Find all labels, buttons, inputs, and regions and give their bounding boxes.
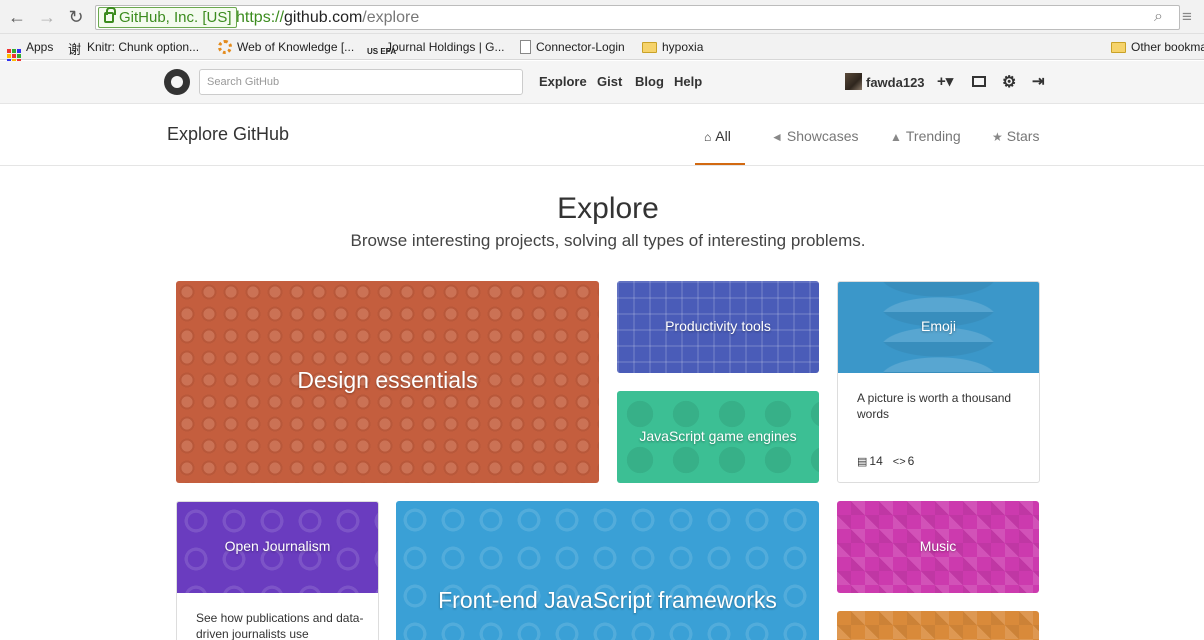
hero-subtitle: Browse interesting projects, solving all… xyxy=(350,231,866,250)
nav-blog[interactable]: Blog xyxy=(635,74,664,89)
tab-label: Stars xyxy=(1006,128,1040,144)
showcase-title: JavaScript game engines xyxy=(639,428,797,444)
url-host: github.com xyxy=(284,9,363,26)
showcase-javascript-game-engines[interactable]: JavaScript game engines xyxy=(617,391,819,483)
repo-icon: ▤ xyxy=(857,456,868,468)
zoom-icon[interactable]: ⌕ xyxy=(1154,8,1163,26)
tab-trending[interactable]: ▲ Trending xyxy=(890,128,961,144)
bookmark-label: Connector-Login xyxy=(536,40,625,54)
megaphone-icon: ◄ xyxy=(771,130,783,144)
bookmark-label: Other bookmarks xyxy=(1131,40,1204,54)
flame-icon: ▲ xyxy=(890,130,902,144)
url-text[interactable]: https://github.com/explore xyxy=(236,8,419,27)
github-octocat-logo-icon[interactable] xyxy=(164,69,190,95)
bookmarks-bar: Apps 谢 Knitr: Chunk option... Web of Know… xyxy=(0,34,1204,63)
user-menu[interactable]: fawda123 xyxy=(845,73,925,90)
nav-explore[interactable]: Explore xyxy=(539,74,587,89)
showcase-title: Productivity tools xyxy=(665,318,771,334)
showcase-tile-partial[interactable] xyxy=(837,611,1039,640)
explore-subnav: Explore GitHub ⌂ All ◄ Showcases ▲ Trending… xyxy=(0,104,1204,166)
active-tab-indicator xyxy=(695,163,745,165)
github-header: Explore Gist Blog Help fawda123 +▾ ⚙ ⇥ xyxy=(0,61,1204,104)
sign-out-icon[interactable]: ⇥ xyxy=(1032,72,1045,90)
showcase-title: Design essentials xyxy=(297,367,478,393)
bookmark-other[interactable]: Other bookmarks xyxy=(1111,38,1204,56)
username: fawda123 xyxy=(866,75,925,90)
showcase-title: Front-end JavaScript frameworks xyxy=(438,587,777,613)
showcase-title: Music xyxy=(919,538,957,554)
tab-stars[interactable]: ★ Stars xyxy=(992,128,1039,144)
gear-icon[interactable]: ⚙ xyxy=(1002,72,1016,92)
reload-icon[interactable]: ↻ xyxy=(65,6,87,28)
avatar xyxy=(845,73,862,90)
bookmark-hypoxia[interactable]: hypoxia xyxy=(642,38,703,56)
url-path: /explore xyxy=(362,9,420,26)
tab-label: Trending xyxy=(905,128,961,144)
nav-help[interactable]: Help xyxy=(674,74,702,89)
showcase-description: See how publications and data-driven jou… xyxy=(196,611,364,640)
showcase-description: A picture is worth a thousand words xyxy=(857,391,1012,421)
create-new-icon[interactable]: +▾ xyxy=(937,72,953,90)
forward-arrow-icon[interactable]: → xyxy=(36,6,58,28)
showcase-productivity-tools[interactable]: Productivity tools xyxy=(617,281,819,373)
bookmark-label: Web of Knowledge [... xyxy=(237,40,355,54)
showcase-card-emoji[interactable]: Emoji A picture is worth a thousand word… xyxy=(837,281,1040,483)
browser-toolbar: ← → ↻ GitHub, Inc. [US] https://github.c… xyxy=(0,0,1204,34)
star-icon: ★ xyxy=(992,130,1003,144)
tab-showcases[interactable]: ◄ Showcases xyxy=(771,128,858,144)
home-icon: ⌂ xyxy=(704,130,712,144)
code-icon: <> xyxy=(892,456,906,468)
page-title: Explore GitHub xyxy=(167,124,290,144)
folder-icon xyxy=(1111,42,1126,53)
url-scheme: https:// xyxy=(236,9,285,26)
bookmark-label: hypoxia xyxy=(662,40,704,54)
repo-count: 14 xyxy=(869,454,883,468)
showcase-title: Open Journalism xyxy=(224,538,331,554)
language-count: 6 xyxy=(907,454,915,468)
showcase-music[interactable]: Music xyxy=(837,501,1039,593)
showcase-meta: ▤ 14 <> 6 xyxy=(857,454,914,468)
bookmark-label: Knitr: Chunk option... xyxy=(87,40,200,54)
lock-icon xyxy=(104,7,116,23)
hero-title: Explore xyxy=(557,192,659,225)
tab-label: All xyxy=(715,128,731,144)
epa-favicon-icon: US EPA xyxy=(367,47,397,56)
ev-label: GitHub, Inc. [US] xyxy=(119,9,232,26)
ev-certificate-badge[interactable]: GitHub, Inc. [US] xyxy=(98,7,237,28)
address-bar[interactable]: GitHub, Inc. [US] https://github.com/exp… xyxy=(95,5,1180,30)
tab-all[interactable]: ⌂ All xyxy=(704,128,731,144)
showcase-banner: Emoji xyxy=(838,282,1039,373)
bookmark-label: Journal Holdings | G... xyxy=(386,40,505,54)
nav-gist[interactable]: Gist xyxy=(597,74,622,89)
bookmark-apps[interactable]: Apps xyxy=(7,38,54,63)
bookmark-connector-login[interactable]: Connector-Login xyxy=(520,38,625,56)
kanji-favicon-icon: 谢 xyxy=(68,42,82,57)
showcase-card-open-journalism[interactable]: Open Journalism See how publications and… xyxy=(176,501,379,640)
showcase-front-end-javascript-frameworks[interactable]: Front-end JavaScript frameworks xyxy=(396,501,819,640)
bookmark-web-of-knowledge[interactable]: Web of Knowledge [... xyxy=(218,38,354,56)
back-arrow-icon[interactable]: ← xyxy=(6,6,28,28)
bookmark-knitr[interactable]: 谢 Knitr: Chunk option... xyxy=(68,38,200,57)
tab-label: Showcases xyxy=(786,128,859,144)
folder-icon xyxy=(642,42,657,53)
showcase-title: Emoji xyxy=(920,318,956,334)
showcase-design-essentials[interactable]: Design essentials xyxy=(176,281,599,483)
web-of-knowledge-favicon-icon xyxy=(218,40,232,54)
page-icon xyxy=(520,40,531,54)
bookmark-journal-holdings[interactable]: US EPAJournal Holdings | G... xyxy=(367,38,505,56)
menu-icon[interactable]: ≡ xyxy=(1182,7,1192,27)
search-input[interactable] xyxy=(199,69,523,95)
inbox-icon[interactable] xyxy=(972,76,986,87)
showcase-banner: Open Journalism xyxy=(177,502,378,593)
bookmark-label: Apps xyxy=(26,40,54,54)
